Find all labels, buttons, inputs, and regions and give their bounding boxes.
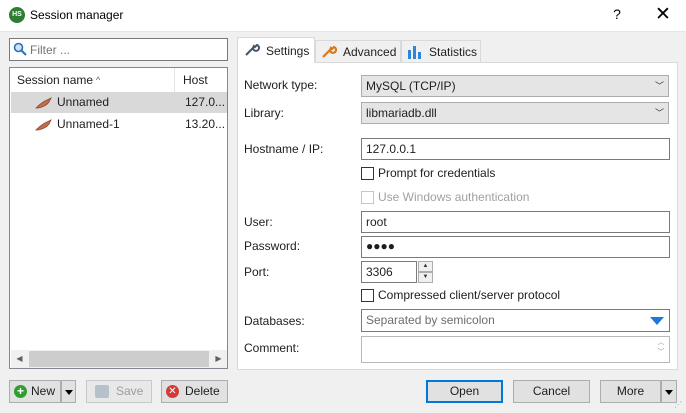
save-button-label: Save	[116, 384, 144, 398]
network-type-value: MySQL (TCP/IP)	[366, 79, 456, 93]
more-button[interactable]: More	[600, 380, 661, 403]
title-bar: HS Session manager ? ✕	[0, 0, 686, 31]
prompt-credentials-checkbox[interactable]	[361, 167, 374, 180]
save-button[interactable]: Save	[86, 380, 152, 403]
comment-scrollbar[interactable]: ︿ ﹀	[654, 338, 668, 361]
user-label: User:	[244, 215, 273, 229]
stepper-up-icon[interactable]: ▲	[418, 261, 433, 272]
floppy-disk-icon	[95, 385, 109, 398]
tab-label: Advanced	[343, 45, 397, 59]
tab-settings[interactable]: Settings	[237, 37, 315, 63]
plus-icon: +	[14, 385, 27, 398]
password-value: ●●●●	[366, 239, 395, 253]
dolphin-icon	[35, 97, 52, 109]
user-input[interactable]: root	[361, 211, 670, 233]
window-title: Session manager	[30, 8, 124, 22]
session-name: Unnamed-1	[57, 117, 120, 131]
new-button[interactable]: + New	[9, 380, 61, 403]
library-select[interactable]: libmariadb.dll ﹀	[361, 102, 669, 124]
column-header-host[interactable]: Host	[176, 68, 228, 92]
comment-label: Comment:	[244, 341, 300, 355]
wrench-orange-icon	[322, 45, 337, 58]
chevron-down-icon: ﹀	[654, 81, 664, 91]
windows-auth-checkbox[interactable]	[361, 191, 374, 204]
windows-auth-label: Use Windows authentication	[378, 190, 530, 204]
session-list[interactable]: Session name ^ Host Unnamed 127.0... Unn…	[9, 67, 228, 369]
network-type-label: Network type:	[244, 78, 318, 92]
chevron-down-icon	[665, 390, 673, 395]
scroll-left-arrow-icon[interactable]: ◀	[11, 350, 28, 368]
column-header-label: Session name	[17, 73, 94, 87]
session-host: 13.20...	[185, 117, 226, 131]
library-value: libmariadb.dll	[366, 106, 437, 120]
magnifier-icon	[13, 42, 27, 56]
password-input[interactable]: ●●●●	[361, 236, 670, 258]
close-button[interactable]: ✕	[648, 3, 678, 27]
hostname-input[interactable]: 127.0.0.1	[361, 138, 670, 160]
session-row[interactable]: Unnamed 127.0...	[11, 92, 227, 113]
session-row[interactable]: Unnamed-1 13.20...	[11, 114, 227, 135]
dolphin-icon	[35, 119, 52, 131]
filter-input[interactable]	[30, 40, 220, 59]
help-button[interactable]: ?	[606, 6, 628, 26]
filter-box[interactable]	[9, 38, 228, 61]
databases-label: Databases:	[244, 314, 305, 328]
port-input[interactable]: 3306	[361, 261, 417, 283]
user-value: root	[366, 215, 387, 229]
tab-label: Statistics	[429, 45, 478, 59]
resize-grip-icon[interactable]: ⋰	[674, 400, 684, 410]
tab-statistics[interactable]: Statistics	[401, 40, 481, 62]
cancel-button[interactable]: Cancel	[513, 380, 590, 403]
horizontal-scrollbar[interactable]: ◀ ▶	[11, 350, 227, 368]
delete-icon: ✕	[166, 385, 179, 398]
open-button[interactable]: Open	[426, 380, 503, 403]
session-host: 127.0...	[185, 95, 226, 109]
compressed-protocol-checkbox[interactable]	[361, 289, 374, 302]
new-button-label: New	[31, 384, 56, 398]
tab-advanced[interactable]: Advanced	[315, 40, 401, 62]
hostname-label: Hostname / IP:	[244, 142, 324, 156]
databases-combo[interactable]: Separated by semicolon	[361, 309, 670, 332]
stepper-down-icon[interactable]: ▼	[418, 272, 433, 283]
comment-textarea[interactable]: ︿ ﹀	[361, 336, 670, 363]
bar-chart-icon	[408, 46, 421, 59]
network-type-select[interactable]: MySQL (TCP/IP) ﹀	[361, 75, 669, 97]
tab-label: Settings	[266, 44, 310, 58]
prompt-credentials-label: Prompt for credentials	[378, 166, 496, 180]
column-header-session-name[interactable]: Session name ^	[10, 68, 175, 92]
sort-ascending-icon: ^	[96, 75, 101, 85]
databases-placeholder: Separated by semicolon	[366, 313, 495, 327]
port-label: Port:	[244, 265, 270, 279]
scroll-down-icon[interactable]: ﹀	[654, 348, 668, 358]
delete-button[interactable]: ✕ Delete	[161, 380, 228, 403]
library-label: Library:	[244, 106, 285, 120]
scroll-up-icon[interactable]: ︿	[654, 338, 668, 348]
chevron-down-icon: ﹀	[654, 108, 664, 118]
scroll-right-arrow-icon[interactable]: ▶	[210, 350, 227, 368]
app-icon: HS	[9, 7, 25, 23]
compressed-protocol-label: Compressed client/server protocol	[378, 288, 561, 302]
new-dropdown-button[interactable]	[61, 380, 76, 403]
chevron-down-icon	[65, 390, 73, 395]
port-stepper[interactable]: ▲ ▼	[418, 261, 433, 283]
session-name: Unnamed	[57, 95, 110, 109]
port-value: 3306	[366, 265, 393, 279]
wrench-icon	[245, 43, 260, 56]
delete-button-label: Delete	[185, 384, 220, 398]
dropdown-arrow-icon[interactable]	[650, 317, 664, 325]
hostname-value: 127.0.0.1	[366, 142, 417, 156]
password-label: Password:	[244, 239, 301, 253]
scrollbar-thumb[interactable]	[29, 351, 209, 367]
